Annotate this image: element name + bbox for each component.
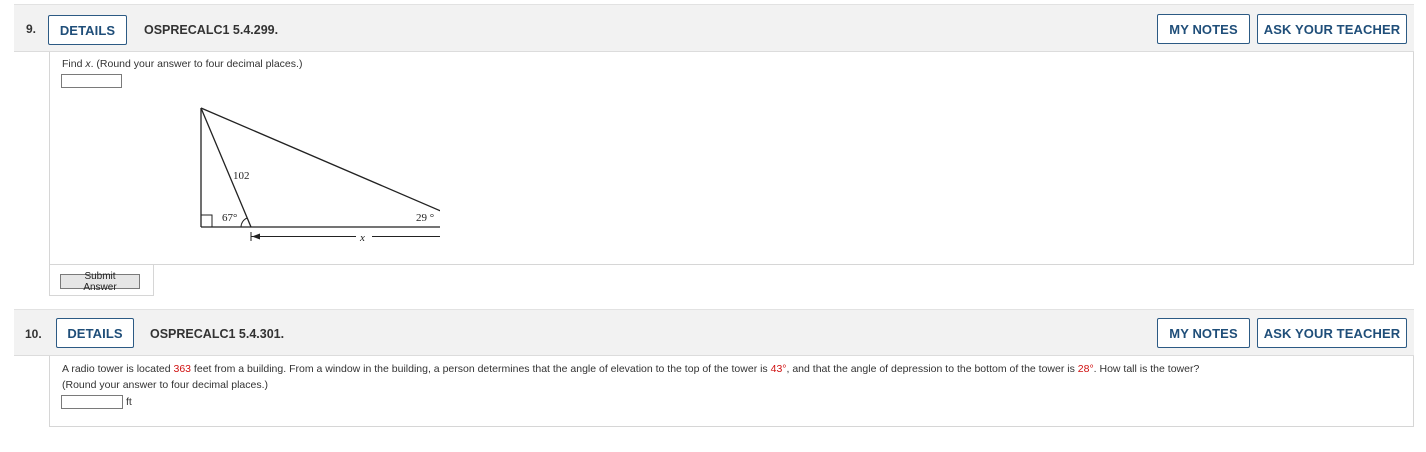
my-notes-button[interactable]: MY NOTES (1157, 318, 1250, 348)
my-notes-button[interactable]: MY NOTES (1157, 14, 1250, 44)
base-label: x (359, 232, 365, 244)
question-9-header: 9. DETAILS OSPRECALC1 5.4.299. MY NOTES … (14, 4, 1414, 52)
elevation-angle-value: 43° (770, 363, 787, 375)
question-10-header: 10. DETAILS OSPRECALC1 5.4.301. MY NOTES… (14, 309, 1414, 356)
answer-input[interactable] (61, 395, 123, 409)
question-number: 9. (26, 22, 37, 36)
distance-value: 363 (173, 363, 192, 375)
depression-angle-value: 28° (1077, 363, 1094, 375)
question-number: 10. (25, 327, 42, 341)
triangle-figure: 102 67° 29 ° x (200, 107, 440, 244)
angle-label-right: 29 ° (416, 212, 434, 224)
question-10-body: A radio tower is located 363 feet from a… (49, 356, 1414, 427)
question-prompt: A radio tower is located 363 feet from a… (62, 363, 1200, 375)
question-prompt: Find x. (Round your answer to four decim… (62, 58, 303, 70)
side-label: 102 (233, 170, 250, 182)
ask-your-teacher-button[interactable]: ASK YOUR TEACHER (1257, 318, 1407, 348)
details-button[interactable]: DETAILS (48, 15, 127, 45)
answer-input[interactable] (61, 74, 122, 88)
submit-answer-button[interactable]: Submit Answer (60, 271, 140, 293)
question-code: OSPRECALC1 5.4.299. (144, 23, 279, 37)
question-9-body: Find x. (Round your answer to four decim… (49, 52, 1414, 265)
details-button[interactable]: DETAILS (56, 318, 134, 348)
angle-label-left: 67° (222, 212, 237, 224)
question-code: OSPRECALC1 5.4.301. (150, 327, 285, 341)
question-prompt-line2: (Round your answer to four decimal place… (62, 379, 269, 391)
ask-your-teacher-button[interactable]: ASK YOUR TEACHER (1257, 14, 1407, 44)
unit-label: ft (126, 396, 132, 408)
